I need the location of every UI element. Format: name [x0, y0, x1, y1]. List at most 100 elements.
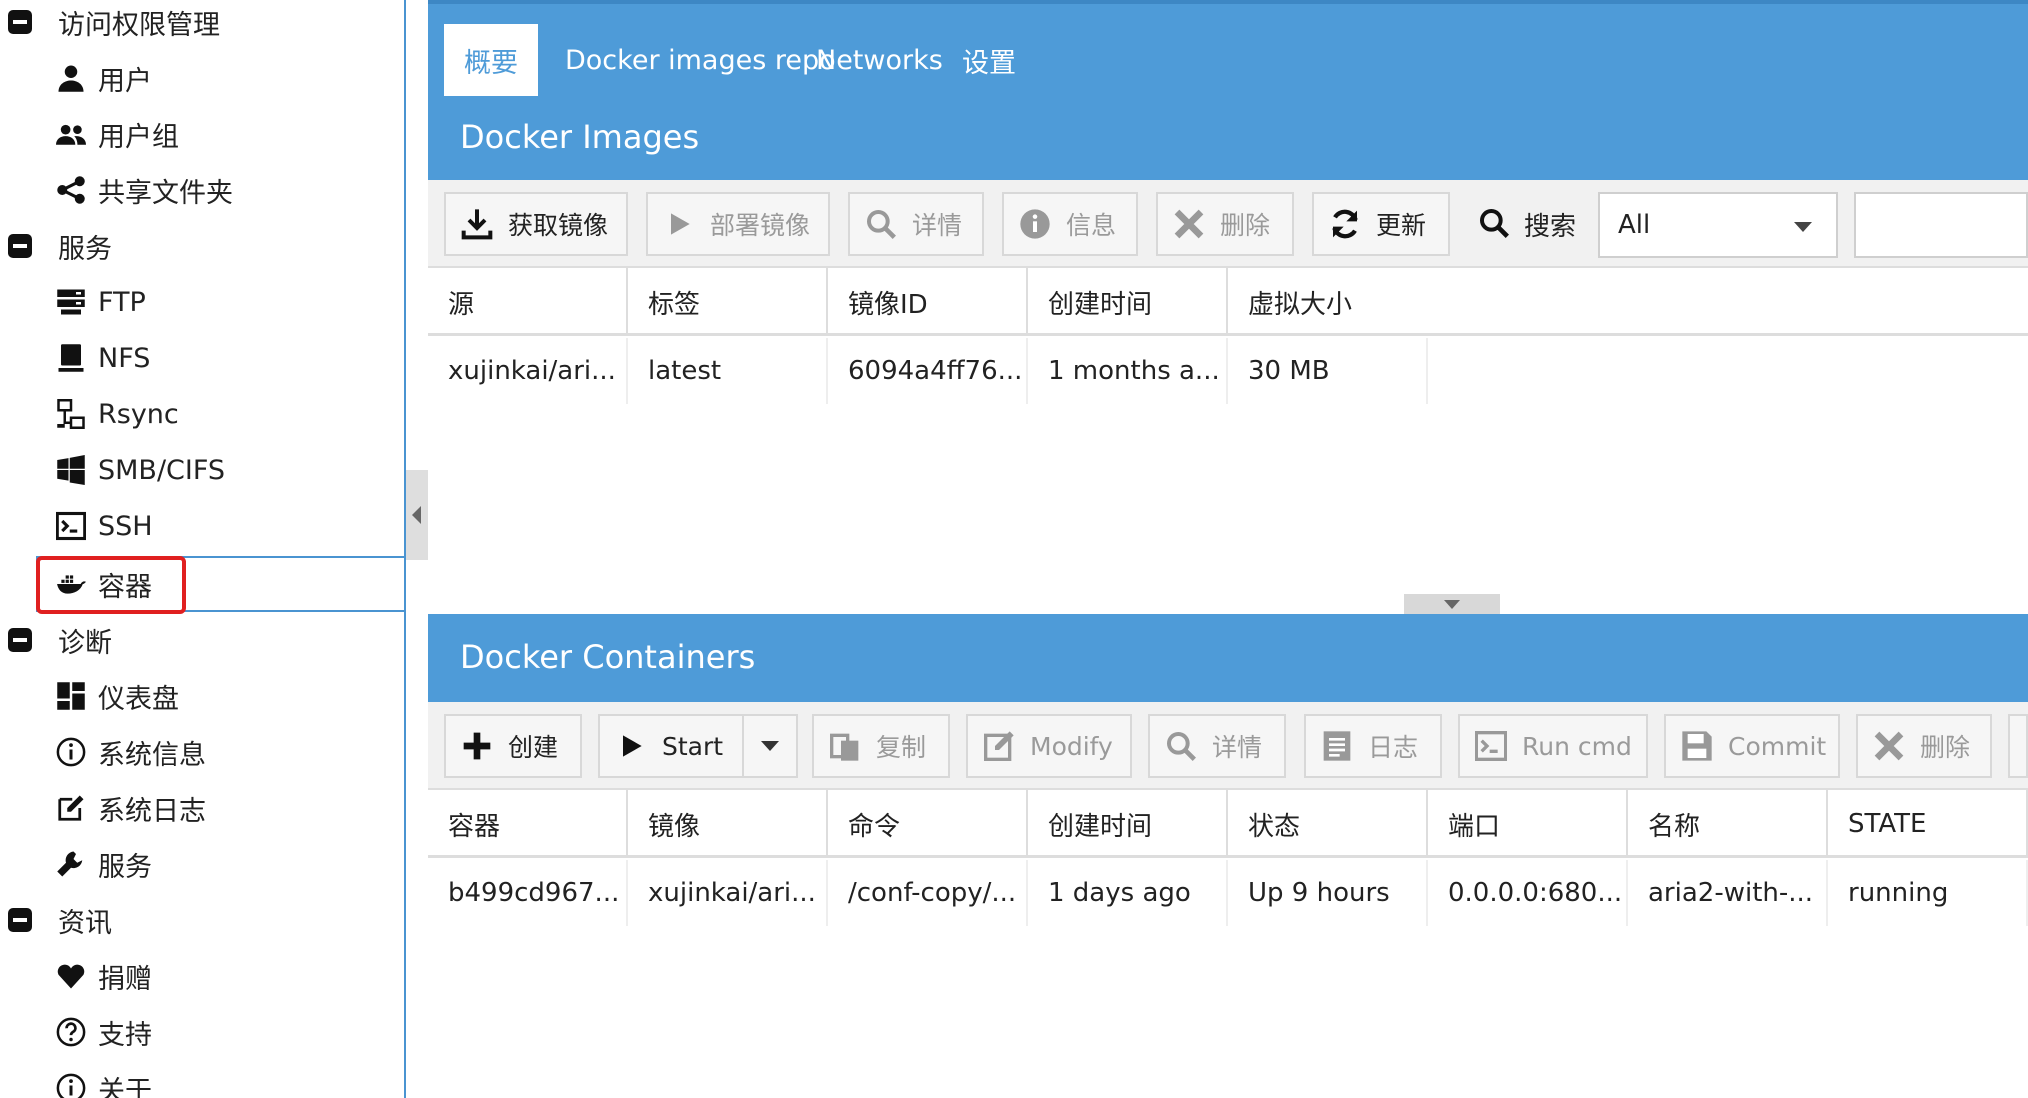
collapse-icon[interactable]: [8, 908, 32, 932]
containers-panel-header: Docker Containers: [428, 614, 2028, 702]
containers-grid-header: 容器 镜像 命令 创建时间 状态 端口 名称 STATE: [428, 790, 2028, 858]
column-header[interactable]: 名称: [1628, 790, 1828, 858]
info-icon: [54, 735, 88, 769]
table-cell: 6094a4ff76...: [828, 338, 1028, 404]
sidebar-item-ftp[interactable]: FTP: [0, 274, 404, 330]
sidebar-item-label: 捐赠: [98, 963, 152, 995]
deploy-image-button[interactable]: 部署镜像: [646, 192, 830, 256]
toolbar-overflow-button[interactable]: [2008, 714, 2028, 778]
tab-bar: 概要 Docker images repo Networks 设置 Docker…: [428, 0, 2028, 180]
sidebar-item-system-info[interactable]: 系统信息: [0, 724, 404, 780]
nav-group-access[interactable]: 访问权限管理: [0, 0, 404, 50]
column-header[interactable]: 命令: [828, 790, 1028, 858]
sidebar-item-groups[interactable]: 用户组: [0, 106, 404, 162]
column-header[interactable]: 状态: [1228, 790, 1428, 858]
column-header[interactable]: STATE: [1828, 790, 2028, 858]
search-field-select[interactable]: All: [1598, 192, 1838, 258]
sidebar-item-label: Rsync: [98, 398, 179, 430]
nav-group-label: 诊断: [58, 627, 112, 659]
sidebar-item-label: 服务: [98, 851, 152, 883]
sidebar-item-label: 系统日志: [98, 795, 206, 827]
terminal-icon: [54, 509, 88, 543]
sidebar-item-smb[interactable]: SMB/CIFS: [0, 442, 404, 498]
column-header[interactable]: 标签: [628, 268, 828, 336]
column-header[interactable]: 镜像: [628, 790, 828, 858]
sidebar-collapse-handle[interactable]: [406, 470, 428, 560]
sidebar-item-shared-folders[interactable]: 共享文件夹: [0, 162, 404, 218]
nav-group-diagnostics[interactable]: 诊断: [0, 612, 404, 668]
column-header[interactable]: 容器: [428, 790, 628, 858]
start-container-button[interactable]: Start: [598, 714, 798, 778]
sidebar-item-label: 用户组: [98, 121, 179, 153]
network-icon: [54, 397, 88, 431]
server-icon: [54, 285, 88, 319]
sidebar-item-label: 用户: [98, 65, 152, 97]
commit-button[interactable]: Commit: [1664, 714, 1840, 778]
sidebar-item-system-log[interactable]: 系统日志: [0, 780, 404, 836]
collapse-icon[interactable]: [8, 628, 32, 652]
collapse-icon[interactable]: [8, 234, 32, 258]
panel-collapse-handle[interactable]: [1404, 594, 1500, 614]
column-header[interactable]: 创建时间: [1028, 790, 1228, 858]
sidebar-item-label: SSH: [98, 510, 153, 542]
table-cell: /conf-copy/...: [828, 860, 1028, 926]
column-header[interactable]: 创建时间: [1028, 268, 1228, 336]
delete-image-button[interactable]: 删除: [1156, 192, 1294, 256]
tab-settings[interactable]: 设置: [942, 24, 1036, 96]
sidebar-item-containers[interactable]: 容器: [36, 556, 404, 612]
sidebar-item-nfs[interactable]: NFS: [0, 330, 404, 386]
run-cmd-button[interactable]: Run cmd: [1458, 714, 1648, 778]
sidebar-item-about[interactable]: 关于: [0, 1060, 404, 1098]
column-header[interactable]: 端口: [1428, 790, 1628, 858]
search-icon: [864, 207, 898, 241]
sidebar-item-services-diag[interactable]: 服务: [0, 836, 404, 892]
sidebar-item-ssh[interactable]: SSH: [0, 498, 404, 554]
plus-icon: [460, 729, 494, 763]
nav-group-information[interactable]: 资讯: [0, 892, 404, 948]
sidebar-item-label: 关于: [98, 1075, 152, 1098]
image-details-button[interactable]: 详情: [848, 192, 984, 256]
sidebar-item-label: 共享文件夹: [98, 177, 233, 209]
refresh-label: 更新: [1376, 211, 1427, 240]
wrench-icon: [54, 847, 88, 881]
sidebar-item-label: 仪表盘: [98, 683, 179, 715]
table-row[interactable]: xujinkai/ari... latest 6094a4ff76... 1 m…: [428, 338, 1428, 404]
docker-icon: [54, 567, 88, 601]
desktop-icon: [54, 341, 88, 375]
containers-panel-title: Docker Containers: [460, 638, 756, 676]
refresh-icon: [1328, 207, 1362, 241]
column-header[interactable]: 源: [428, 268, 628, 336]
copy-container-label: 复制: [876, 733, 927, 762]
image-info-button[interactable]: 信息: [1002, 192, 1138, 256]
sidebar-item-support[interactable]: 支持: [0, 1004, 404, 1060]
sidebar-item-rsync[interactable]: Rsync: [0, 386, 404, 442]
search-input[interactable]: [1854, 192, 2028, 258]
create-container-button[interactable]: 创建: [444, 714, 582, 778]
tab-overview[interactable]: 概要: [444, 24, 538, 96]
image-details-label: 详情: [912, 211, 963, 240]
tab-networks[interactable]: Networks: [796, 24, 963, 96]
delete-container-button[interactable]: 删除: [1856, 714, 1992, 778]
column-header[interactable]: 镜像ID: [828, 268, 1028, 336]
create-container-label: 创建: [508, 733, 559, 762]
nav-group-label: 访问权限管理: [58, 9, 220, 41]
sidebar-item-donate[interactable]: 捐赠: [0, 948, 404, 1004]
container-logs-label: 日志: [1368, 733, 1419, 762]
share-icon: [54, 173, 88, 207]
start-options-dropdown[interactable]: [742, 716, 796, 776]
container-logs-button[interactable]: 日志: [1304, 714, 1442, 778]
sidebar-item-label: 系统信息: [98, 739, 206, 771]
sidebar-item-dashboard[interactable]: 仪表盘: [0, 668, 404, 724]
collapse-icon[interactable]: [8, 10, 32, 34]
table-row[interactable]: b499cd967... xujinkai/ari... /conf-copy/…: [428, 860, 2028, 926]
copy-container-button[interactable]: 复制: [812, 714, 950, 778]
container-details-button[interactable]: 详情: [1148, 714, 1286, 778]
sidebar-item-users[interactable]: 用户: [0, 50, 404, 106]
modify-container-button[interactable]: Modify: [966, 714, 1132, 778]
nav-group-services[interactable]: 服务: [0, 218, 404, 274]
pull-image-button[interactable]: 获取镜像: [444, 192, 628, 256]
column-header[interactable]: 虚拟大小: [1228, 268, 2028, 336]
user-icon: [54, 61, 88, 95]
images-panel-title: Docker Images: [460, 118, 700, 156]
refresh-button[interactable]: 更新: [1312, 192, 1450, 256]
